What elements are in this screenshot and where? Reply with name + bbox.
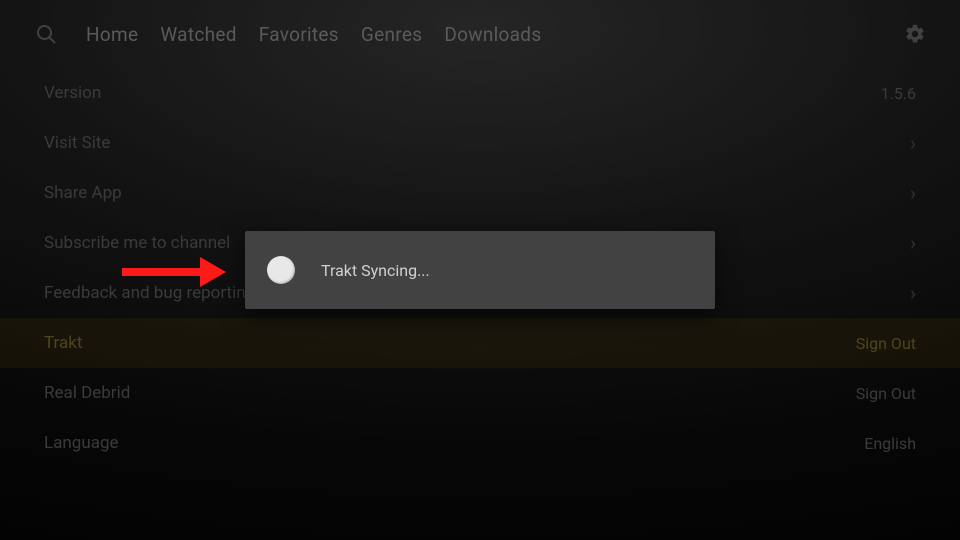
sync-dialog: Trakt Syncing... — [245, 231, 715, 309]
sync-dialog-message: Trakt Syncing... — [321, 261, 430, 280]
loading-spinner-icon — [267, 256, 295, 284]
